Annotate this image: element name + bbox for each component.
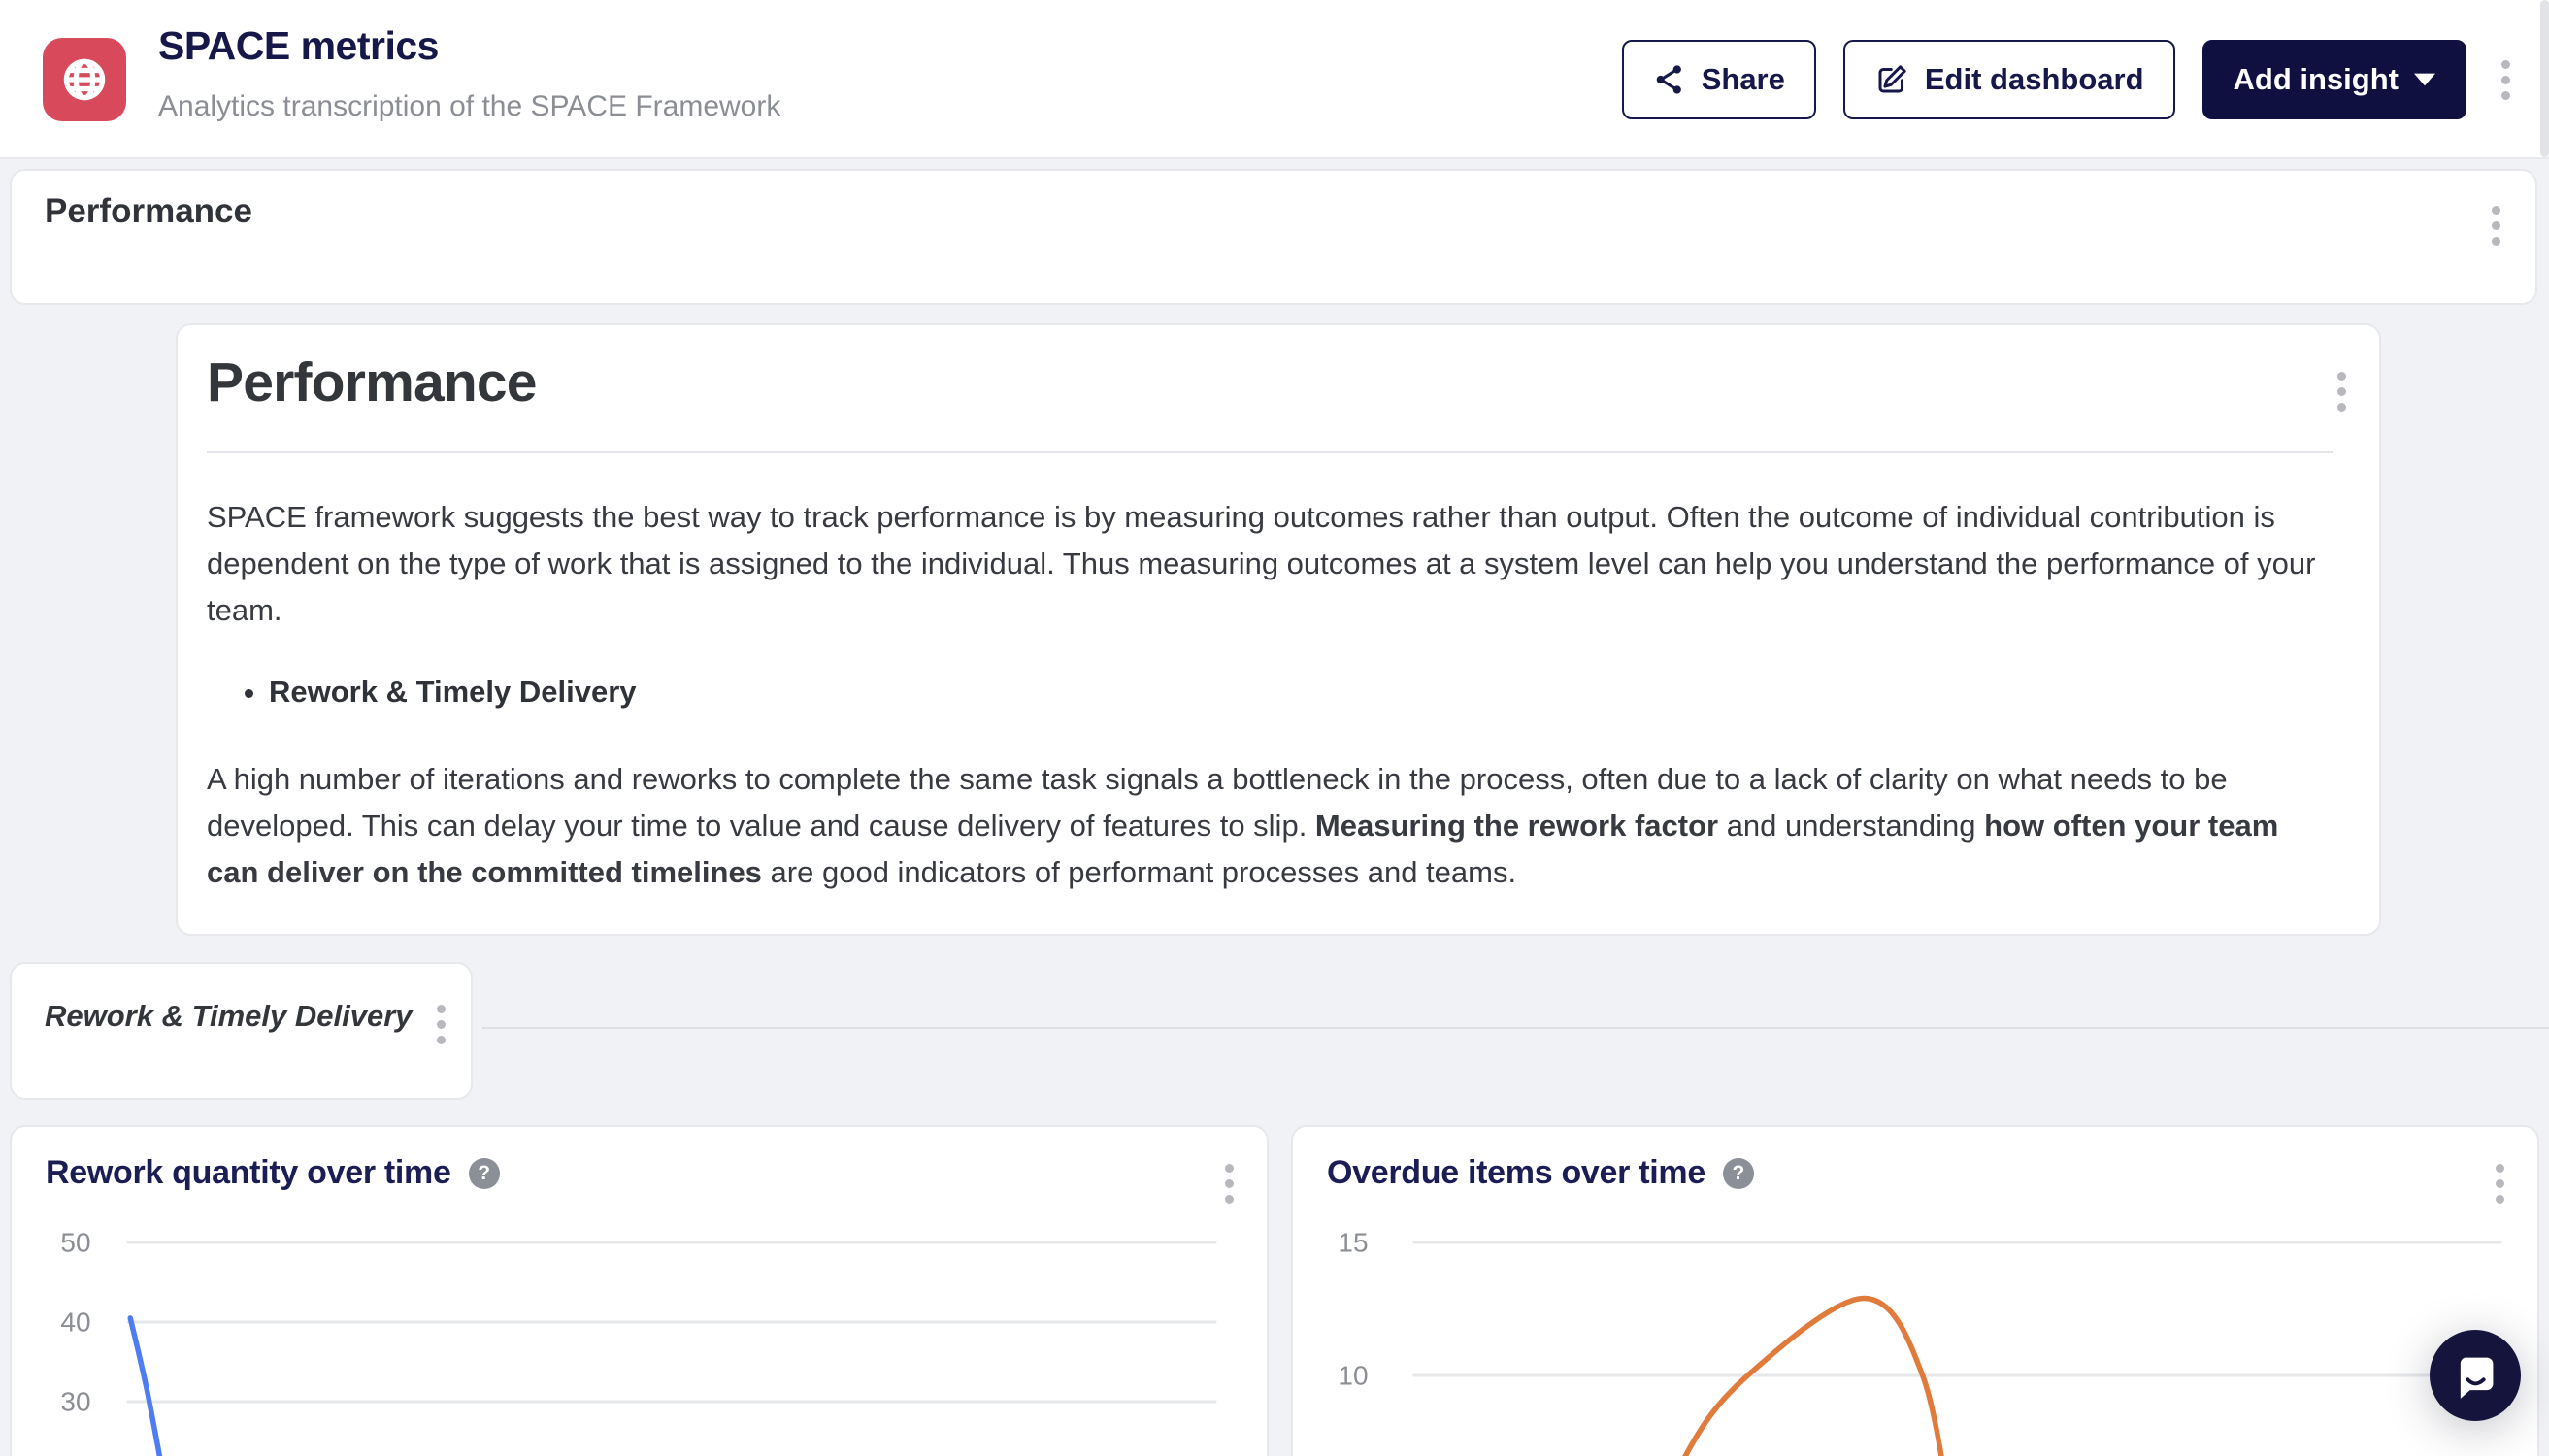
performance-text-card: Performance SPACE framework suggests the… [176,323,2381,936]
heading-divider [207,451,2333,453]
share-icon [1653,63,1686,96]
rework-subsection-title: Rework & Timely Delivery [45,999,438,1034]
section-divider-line [482,1027,2549,1029]
add-insight-button-label: Add insight [2234,62,2399,97]
top-bar: SPACE metrics Analytics transcription of… [0,0,2549,159]
share-button[interactable]: Share [1622,40,1816,119]
dashboard-page: SPACE metrics Analytics transcription of… [0,0,2549,1456]
rework-quantity-chart-title: Rework quantity over time [46,1154,451,1192]
add-insight-button[interactable]: Add insight [2202,40,2466,119]
kebab-dot [2492,206,2500,215]
kebab-dot [2501,91,2510,100]
kebab-dot [437,1020,446,1029]
text-card-heading: Performance [207,350,2350,414]
kebab-dot [2337,387,2346,396]
page-title: SPACE metrics [158,23,780,69]
caret-down-icon [2414,73,2435,86]
chat-bubble-icon [2450,1350,2500,1401]
kebab-dot [437,1005,446,1013]
paragraph-segment: and understanding [1718,809,1984,843]
page-scrollbar[interactable] [2540,0,2549,157]
dashboard-logo [43,38,126,121]
kebab-dot [2496,1179,2504,1188]
kebab-dot [2337,372,2346,381]
paragraph-segment-bold: Measuring the rework factor [1315,809,1718,843]
kebab-dot [2501,76,2510,84]
chat-launcher-button[interactable] [2430,1330,2521,1421]
page-subtitle: Analytics transcription of the SPACE Fra… [158,90,780,123]
kebab-dot [2496,1195,2504,1204]
rework-quantity-chart-more-button[interactable] [1217,1156,1241,1211]
series-line [130,1318,170,1456]
kebab-dot [2492,237,2500,246]
kebab-dot [2337,403,2346,412]
edit-dashboard-button-label: Edit dashboard [1925,62,2144,97]
overdue-items-chart-title: Overdue items over time [1327,1154,1705,1192]
kebab-dot [2492,221,2500,230]
y-tick-label: 15 [1338,1228,1368,1258]
y-tick-label: 30 [60,1387,90,1417]
performance-section-more-button[interactable] [2484,198,2508,253]
edit-dashboard-button[interactable]: Edit dashboard [1843,40,2175,119]
dashboard-more-options-button[interactable] [2494,52,2518,108]
kebab-dot [437,1036,446,1044]
y-tick-label: 50 [60,1228,90,1258]
bullet-item: Rework & Timely Delivery [269,669,2350,715]
overdue-items-chart-more-button[interactable] [2488,1156,2512,1211]
help-icon[interactable]: ? [1723,1158,1754,1189]
y-tick-label: 10 [1338,1361,1368,1391]
rework-subsection-more-button[interactable] [429,997,453,1052]
text-card-more-button[interactable] [2330,364,2354,419]
chart-header: Overdue items over time ? [1327,1154,1754,1192]
kebab-dot [1225,1195,1234,1204]
overdue-items-chart-card: 15 10 Overdue items over time ? [1291,1125,2539,1456]
chart-header: Rework quantity over time ? [46,1154,500,1192]
text-card-paragraph-1: SPACE framework suggests the best way to… [207,494,2333,634]
series-line [1648,1299,1955,1456]
text-card-bullet-list: Rework & Timely Delivery [207,669,2350,715]
performance-section-card: Performance [10,169,2537,305]
kebab-dot [2496,1164,2504,1173]
text-card-paragraph-2: A high number of iterations and reworks … [207,756,2333,896]
help-icon[interactable]: ? [469,1158,500,1189]
rework-subsection-card: Rework & Timely Delivery [10,962,473,1100]
kebab-dot [1225,1164,1234,1173]
performance-section-title: Performance [45,192,2502,231]
kebab-dot [2501,60,2510,69]
globe-icon [59,54,110,105]
header-actions: Share Edit dashboard Add insight [1622,40,2518,119]
kebab-dot [1225,1179,1234,1188]
paragraph-segment: are good indicators of performant proces… [762,855,1516,889]
rework-quantity-chart-card: 50 40 30 Rework quantity over time ? [10,1125,1269,1456]
share-button-label: Share [1702,62,1785,97]
title-block: SPACE metrics Analytics transcription of… [158,23,780,123]
y-tick-label: 40 [60,1307,90,1338]
edit-icon [1874,62,1909,97]
